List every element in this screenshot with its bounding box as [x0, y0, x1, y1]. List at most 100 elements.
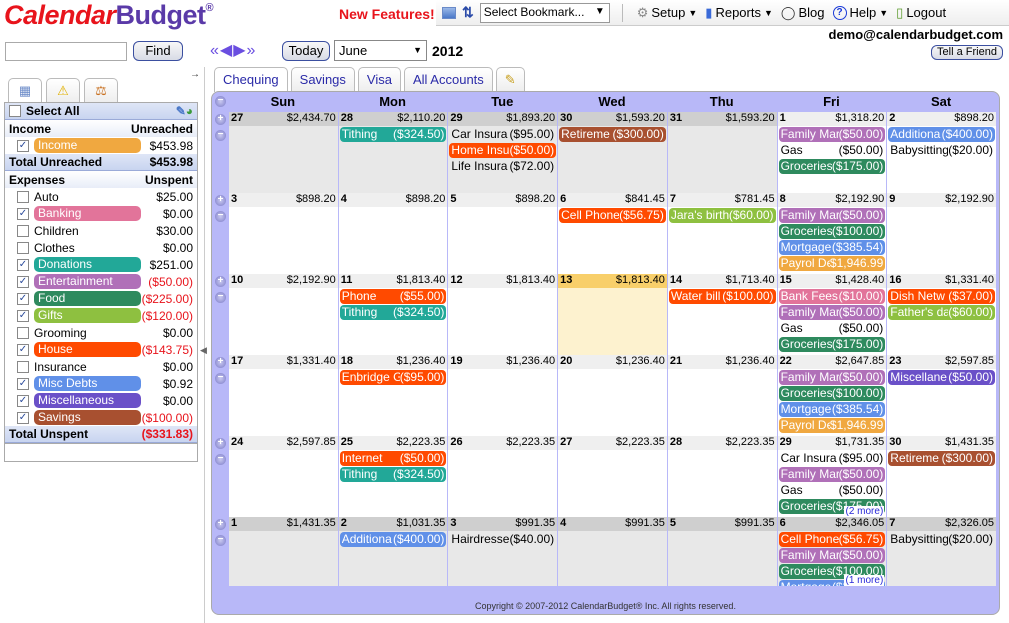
calendar-day[interactable]: 1 $1,431.35	[228, 517, 338, 586]
tab-visa[interactable]: Visa	[357, 67, 401, 91]
calendar-day[interactable]: 2 $898.20 Additiona ($400.00) Babysitting ($2…	[886, 112, 996, 193]
menu-help[interactable]: ? Help ▼	[832, 5, 888, 21]
tab-chequing[interactable]: Chequing	[214, 67, 288, 92]
calendar-day[interactable]: 7 $781.45 Jara's birth ($60.00)	[666, 193, 777, 274]
calendar-event[interactable]: Miscellane ($50.00)	[888, 370, 995, 385]
expand-week-icon[interactable]: +	[215, 114, 226, 125]
calendar-event[interactable]: Car Insura ($95.00)	[779, 451, 886, 466]
category-checkbox[interactable]: ✓	[17, 207, 29, 220]
more-events-link[interactable]: (1 more)	[844, 575, 885, 586]
tab-edit[interactable]: ✎	[495, 67, 525, 91]
calendar-event[interactable]: Hairdresse ($40.00)	[449, 532, 556, 547]
calendar-event[interactable]: Family Mar ($50.00)	[778, 467, 886, 482]
category-checkbox[interactable]: ✓	[17, 394, 29, 407]
category-label[interactable]: Insurance	[34, 360, 87, 374]
month-select[interactable]: June ▼	[334, 40, 427, 61]
category-checkbox[interactable]	[17, 241, 29, 254]
expand-week-icon[interactable]: +	[215, 357, 226, 368]
calendar-event[interactable]: Dish Netw ($37.00)	[888, 289, 995, 304]
sidebar-tab-calendar[interactable]: ▦	[8, 78, 42, 102]
calendar-event[interactable]: Life Insura ($72.00)	[449, 159, 556, 174]
calendar-event[interactable]: Phone ($55.00)	[339, 289, 447, 304]
calendar-day[interactable]: 29 $1,731.35 Car Insura ($95.00) Family Mar(…	[776, 436, 887, 517]
category-label[interactable]: Misc Debts	[34, 376, 141, 391]
menu-blog[interactable]: ◯ Blog	[781, 5, 825, 21]
calendar-day[interactable]: 24 $2,597.85	[228, 436, 338, 517]
menu-reports[interactable]: ▮ Reports ▼	[705, 5, 773, 21]
calendar-day[interactable]: 18 $1,236.40 Enbridge G ($95.00)	[337, 355, 448, 436]
calendar-day[interactable]: 11 $1,813.40 Phone ($55.00) Tithing ($324.50)	[337, 274, 448, 355]
category-checkbox[interactable]	[17, 224, 29, 237]
search-input[interactable]	[5, 42, 127, 61]
calendar-day[interactable]: 20 $1,236.40	[557, 355, 667, 436]
today-button[interactable]: Today	[282, 41, 330, 61]
new-features-link[interactable]: New Features!	[339, 6, 435, 22]
app-logo[interactable]: CalendarBudget®	[4, 0, 214, 31]
calendar-day[interactable]: 19 $1,236.40	[447, 355, 558, 436]
tell-a-friend-button[interactable]: Tell a Friend	[931, 45, 1003, 60]
calendar-event[interactable]: Water bill ($100.00)	[668, 289, 776, 304]
expand-week-icon[interactable]: +	[215, 438, 226, 449]
category-label[interactable]: Children	[34, 224, 79, 238]
prev-month-icon[interactable]: ◀	[220, 43, 232, 59]
calendar-day[interactable]: 30 $1,593.20 Retireme ($300.00)	[557, 112, 667, 193]
category-checkbox[interactable]: ✓	[17, 139, 29, 152]
expand-week-icon[interactable]: +	[215, 519, 226, 530]
find-button[interactable]: Find	[133, 41, 183, 61]
calendar-event[interactable]: Family Mar ($50.00)	[778, 305, 886, 320]
bookmark-select[interactable]: Select Bookmark... ▼	[479, 2, 610, 23]
expand-week-icon[interactable]: +	[215, 195, 226, 206]
calendar-day[interactable]: 21 $1,236.40	[666, 355, 777, 436]
calendar-event[interactable]: Mortgage($385.54)	[778, 402, 886, 417]
calendar-day[interactable]: 14 $1,713.40 Water bill ($100.00)	[666, 274, 777, 355]
collapse-week-icon[interactable]: −	[215, 454, 226, 465]
calendar-event[interactable]: Payrol De $1,946.99	[778, 418, 886, 433]
calendar-event[interactable]: Mortgage($385.54)	[778, 240, 886, 255]
calendar-day[interactable]: 16 $1,331.40 Dish Netw ($37.00) Father's da(…	[886, 274, 996, 355]
calendar-event[interactable]: Groceries($175.00)	[778, 337, 886, 352]
tab-savings[interactable]: Savings	[290, 67, 355, 91]
category-label[interactable]: Food	[34, 291, 141, 306]
calendar-event[interactable]: Family Mar ($50.00)	[778, 548, 886, 563]
calendar-day[interactable]: 3 $898.20	[228, 193, 338, 274]
tab-all-accounts[interactable]: All Accounts	[403, 67, 493, 91]
calendar-event[interactable]: Babysitting ($20.00)	[888, 143, 995, 158]
calendar-day[interactable]: 13 $1,813.40	[557, 274, 667, 355]
calendar-day[interactable]: 23 $2,597.85 Miscellane ($50.00)	[886, 355, 996, 436]
calendar-day[interactable]: 6 $2,346.05 Cell Phone ($56.75) Family Mar ($…	[776, 517, 887, 586]
category-checkbox[interactable]: ✓	[17, 411, 29, 424]
category-checkbox[interactable]: ✓	[17, 275, 29, 288]
calendar-event[interactable]: Retireme ($300.00)	[888, 451, 995, 466]
calendar-event[interactable]: Groceries($175.00)	[778, 159, 886, 174]
collapse-week-icon[interactable]: −	[215, 373, 226, 384]
calendar-day[interactable]: 7 $2,326.05 Babysitting ($20.00)	[886, 517, 996, 586]
category-label[interactable]: Grooming	[34, 326, 87, 340]
calendar-day[interactable]: 8 $2,192.90 Family Mar ($50.00) Groceries ($1…	[776, 193, 887, 274]
calendar-event[interactable]: Internet ($50.00)	[339, 451, 447, 466]
category-checkbox[interactable]: ✓	[17, 292, 29, 305]
calendar-day[interactable]: 22 $2,647.85 Family Mar ($50.00) Groceries ($…	[776, 355, 887, 436]
collapse-week-icon[interactable]: −	[215, 535, 226, 546]
sidebar-tab-balance[interactable]: ⚖	[84, 78, 118, 102]
calendar-event[interactable]: Bank Fees ($10.00)	[778, 289, 886, 304]
calendar-event[interactable]: Tithing ($324.50)	[339, 127, 447, 142]
calendar-day[interactable]: 2 $1,031.35 Additiona ($400.00)	[337, 517, 448, 586]
calendar-event[interactable]: Cell Phone ($56.75)	[778, 532, 886, 547]
category-checkbox[interactable]: ✓	[17, 258, 29, 271]
next-year-icon[interactable]: »	[247, 43, 256, 59]
menu-setup[interactable]: ⚙ Setup ▼	[637, 5, 698, 21]
calendar-event[interactable]: Payrol De $1,946.99	[778, 256, 886, 271]
calendar-day[interactable]: 25 $2,223.35 Internet ($50.00) Tithing ($324.…	[337, 436, 448, 517]
calendar-event[interactable]: Tithing ($324.50)	[339, 467, 447, 482]
calendar-day[interactable]: 26 $2,223.35	[447, 436, 558, 517]
category-label[interactable]: Savings	[34, 410, 141, 425]
next-month-icon[interactable]: ▶	[233, 43, 245, 59]
sidebar-tab-alerts[interactable]: ⚠	[46, 78, 80, 102]
collapse-all-icon[interactable]: −	[215, 96, 226, 107]
category-checkbox[interactable]	[17, 190, 29, 203]
calendar-day[interactable]: 4 $898.20	[337, 193, 448, 274]
calendar-event[interactable]: Babysitting ($20.00)	[888, 532, 995, 547]
select-all-checkbox[interactable]	[9, 105, 21, 117]
calendar-day[interactable]: 5 $991.35	[666, 517, 777, 586]
category-label[interactable]: Clothes	[34, 241, 75, 255]
